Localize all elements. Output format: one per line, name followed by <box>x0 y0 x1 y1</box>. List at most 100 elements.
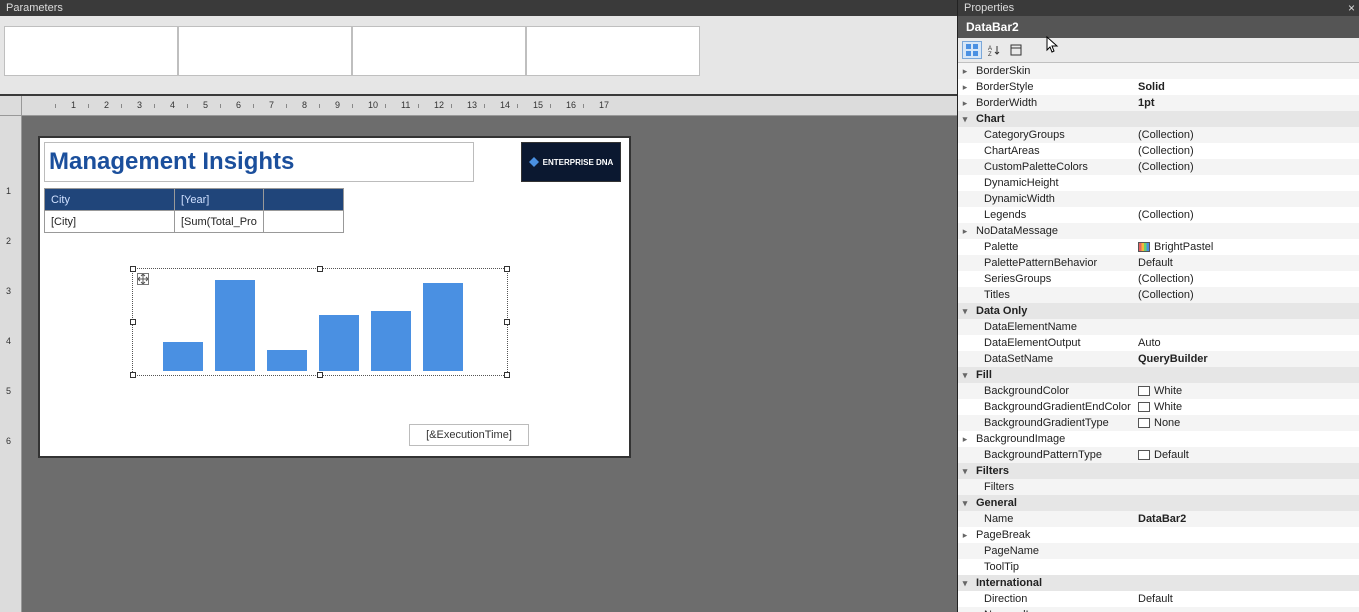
report-canvas[interactable]: Management Insights ENTERPRISE DNA City … <box>38 136 631 458</box>
table-header-empty[interactable] <box>263 189 343 211</box>
property-row[interactable]: DataElementName <box>958 319 1359 335</box>
parameter-cell[interactable] <box>4 26 178 76</box>
expand-icon[interactable]: ▾ <box>958 575 972 591</box>
resize-handle[interactable] <box>317 266 323 272</box>
resize-handle[interactable] <box>504 266 510 272</box>
parameter-cell[interactable] <box>178 26 352 76</box>
property-row[interactable]: ToolTip <box>958 559 1359 575</box>
property-value[interactable]: (Collection) <box>1136 271 1359 287</box>
property-value[interactable]: 1pt <box>1136 95 1359 111</box>
categorized-view-button[interactable] <box>962 41 982 59</box>
property-value[interactable]: None <box>1136 415 1359 431</box>
property-category[interactable]: ▾Fill <box>958 367 1359 383</box>
expand-icon[interactable]: ▸ <box>958 431 972 447</box>
property-row[interactable]: CategoryGroups(Collection) <box>958 127 1359 143</box>
expand-icon[interactable]: ▸ <box>958 223 972 239</box>
move-handle-icon[interactable] <box>137 273 149 285</box>
expand-icon[interactable]: ▸ <box>958 95 972 111</box>
properties-grid[interactable]: ▸BorderSkin▸BorderStyleSolid▸BorderWidth… <box>958 63 1359 612</box>
parameter-cell[interactable] <box>352 26 526 76</box>
property-row[interactable]: ▸BorderWidth1pt <box>958 95 1359 111</box>
property-row[interactable]: ▸BorderStyleSolid <box>958 79 1359 95</box>
property-row[interactable]: BackgroundColorWhite <box>958 383 1359 399</box>
expand-icon[interactable]: ▾ <box>958 495 972 511</box>
expand-icon[interactable]: ▾ <box>958 111 972 127</box>
property-row[interactable]: DynamicHeight <box>958 175 1359 191</box>
property-row[interactable]: NameDataBar2 <box>958 511 1359 527</box>
property-row[interactable]: ▸BackgroundImage <box>958 431 1359 447</box>
property-row[interactable]: ChartAreas(Collection) <box>958 143 1359 159</box>
resize-handle[interactable] <box>504 319 510 325</box>
table-cell-empty[interactable] <box>263 211 343 233</box>
table-cell-city[interactable]: [City] <box>45 211 175 233</box>
property-value[interactable]: (Collection) <box>1136 207 1359 223</box>
resize-handle[interactable] <box>130 319 136 325</box>
property-row[interactable]: BackgroundGradientTypeNone <box>958 415 1359 431</box>
expand-icon[interactable]: ▸ <box>958 79 972 95</box>
property-category[interactable]: ▾General <box>958 495 1359 511</box>
resize-handle[interactable] <box>130 266 136 272</box>
property-row[interactable]: PaletteBrightPastel <box>958 239 1359 255</box>
design-surface[interactable]: Management Insights ENTERPRISE DNA City … <box>22 116 957 612</box>
property-value[interactable]: Solid <box>1136 79 1359 95</box>
report-table[interactable]: City [Year] [City] [Sum(Total_Pro <box>44 188 344 233</box>
property-row[interactable]: Filters <box>958 479 1359 495</box>
property-name: BorderWidth <box>972 95 1136 111</box>
property-row[interactable]: CustomPaletteColors(Collection) <box>958 159 1359 175</box>
table-cell-value[interactable]: [Sum(Total_Pro <box>175 211 264 233</box>
property-row[interactable]: DataElementOutputAuto <box>958 335 1359 351</box>
property-category[interactable]: ▾Filters <box>958 463 1359 479</box>
property-row[interactable]: PalettePatternBehaviorDefault <box>958 255 1359 271</box>
resize-handle[interactable] <box>504 372 510 378</box>
property-value[interactable]: (Collection) <box>1136 127 1359 143</box>
property-row[interactable]: ▸PageBreak <box>958 527 1359 543</box>
property-category[interactable]: ▾Chart <box>958 111 1359 127</box>
resize-handle[interactable] <box>130 372 136 378</box>
table-header-city[interactable]: City <box>45 189 175 211</box>
property-row[interactable]: Titles(Collection) <box>958 287 1359 303</box>
property-row[interactable]: Legends(Collection) <box>958 207 1359 223</box>
property-row[interactable]: DirectionDefault <box>958 591 1359 607</box>
expand-icon[interactable]: ▸ <box>958 63 972 79</box>
table-header-year[interactable]: [Year] <box>175 189 264 211</box>
property-category[interactable]: ▾International <box>958 575 1359 591</box>
property-value[interactable]: (Collection) <box>1136 143 1359 159</box>
property-value[interactable]: QueryBuilder <box>1136 351 1359 367</box>
property-row[interactable]: PageName <box>958 543 1359 559</box>
expand-icon[interactable]: ▾ <box>958 367 972 383</box>
property-row[interactable]: ▸BorderSkin <box>958 63 1359 79</box>
resize-handle[interactable] <box>317 372 323 378</box>
property-category[interactable]: ▾Data Only <box>958 303 1359 319</box>
property-row[interactable]: DynamicWidth <box>958 191 1359 207</box>
logo-image[interactable]: ENTERPRISE DNA <box>521 142 621 182</box>
property-value[interactable]: Default <box>1136 447 1359 463</box>
property-value[interactable]: Default <box>1136 255 1359 271</box>
property-row[interactable]: BackgroundGradientEndColorWhite <box>958 399 1359 415</box>
property-row[interactable]: NumeralLanguage <box>958 607 1359 612</box>
property-name: International <box>972 575 1136 591</box>
property-row[interactable]: BackgroundPatternTypeDefault <box>958 447 1359 463</box>
property-value[interactable]: Default <box>1136 591 1359 607</box>
property-value[interactable]: BrightPastel <box>1136 239 1359 255</box>
parameters-grid[interactable] <box>0 16 957 96</box>
databar-chart-selected[interactable] <box>132 268 508 376</box>
property-value[interactable]: Auto <box>1136 335 1359 351</box>
property-value[interactable]: (Collection) <box>1136 287 1359 303</box>
property-row[interactable]: SeriesGroups(Collection) <box>958 271 1359 287</box>
expand-icon[interactable]: ▾ <box>958 303 972 319</box>
property-pages-button[interactable] <box>1006 41 1026 59</box>
property-value[interactable]: DataBar2 <box>1136 511 1359 527</box>
parameter-cell[interactable] <box>526 26 700 76</box>
property-value[interactable]: White <box>1136 383 1359 399</box>
property-value[interactable]: (Collection) <box>1136 159 1359 175</box>
report-title-textbox[interactable]: Management Insights <box>44 142 474 182</box>
property-row[interactable]: DataSetNameQueryBuilder <box>958 351 1359 367</box>
expand-icon[interactable]: ▸ <box>958 527 972 543</box>
close-icon[interactable]: × <box>1348 1 1355 15</box>
expand-icon[interactable]: ▾ <box>958 463 972 479</box>
property-value[interactable]: White <box>1136 399 1359 415</box>
alphabetical-view-button[interactable]: AZ <box>984 41 1004 59</box>
execution-time-textbox[interactable]: [&ExecutionTime] <box>409 424 529 446</box>
selected-object-name[interactable]: DataBar2 <box>958 16 1359 38</box>
property-row[interactable]: ▸NoDataMessage <box>958 223 1359 239</box>
